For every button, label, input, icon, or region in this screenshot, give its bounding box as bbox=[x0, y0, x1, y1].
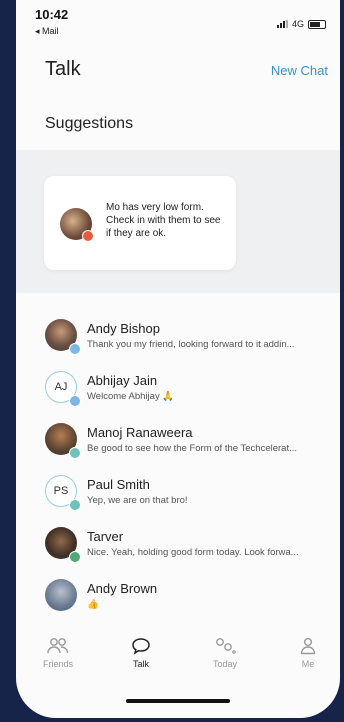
new-chat-button[interactable]: New Chat bbox=[271, 63, 328, 78]
status-time: 10:42 bbox=[35, 7, 69, 22]
contact-name: Tarver bbox=[87, 529, 124, 544]
avatar bbox=[45, 579, 77, 611]
status-bar: 10:42 ◂ Mail 4G bbox=[16, 0, 340, 40]
page-title: Talk bbox=[45, 58, 81, 80]
form-badge bbox=[69, 499, 81, 511]
message-preview: Thank you my friend, looking forward to … bbox=[87, 339, 295, 350]
contact-name: Andy Brown bbox=[87, 581, 158, 596]
suggestion-card[interactable]: Mo has very low form. Check in with them… bbox=[44, 176, 236, 270]
message-preview: Be good to see how the Form of the Techc… bbox=[87, 443, 298, 454]
message-preview: Yep, we are on that bro! bbox=[87, 495, 188, 506]
contact-name: Andy Bishop bbox=[87, 321, 160, 336]
chat-bubble-icon bbox=[132, 638, 150, 655]
tab-talk[interactable]: Talk bbox=[111, 637, 171, 669]
signal-icon bbox=[276, 20, 288, 28]
phone-screen: 10:42 ◂ Mail 4G Talk New Chat Suggestion… bbox=[16, 0, 340, 718]
contact-name: Abhijay Jain bbox=[87, 373, 158, 388]
battery-icon bbox=[308, 19, 326, 29]
form-badge bbox=[69, 447, 81, 459]
tab-label: Today bbox=[212, 659, 238, 669]
person-icon bbox=[300, 637, 316, 655]
message-preview: 👍 bbox=[87, 599, 99, 610]
chat-row-andy-brown[interactable]: Andy Brown 👍 bbox=[16, 570, 340, 622]
back-to-mail-link[interactable]: ◂ Mail bbox=[35, 26, 59, 37]
suggestions-carousel[interactable]: Mo has very low form. Check in with them… bbox=[16, 150, 340, 293]
suggestion-text: Mo has very low form. Check in with them… bbox=[106, 202, 221, 239]
tab-today[interactable]: Today bbox=[195, 637, 255, 669]
chat-row-paul-smith[interactable]: PS Paul Smith Yep, we are on that bro! bbox=[16, 466, 340, 518]
chat-row-tarver[interactable]: Tarver Nice. Yeah, holding good form tod… bbox=[16, 518, 340, 570]
chat-row-abhijay-jain[interactable]: AJ Abhijay Jain Welcome Abhijay 🙏 bbox=[16, 362, 340, 414]
contact-name: Manoj Ranaweera bbox=[87, 425, 193, 440]
message-preview: Nice. Yeah, holding good form today. Loo… bbox=[87, 547, 299, 558]
tab-me[interactable]: Me bbox=[278, 637, 338, 669]
message-preview: Welcome Abhijay 🙏 bbox=[87, 391, 175, 402]
tab-bar: Friends Talk Today Me bbox=[16, 637, 340, 687]
form-badge bbox=[69, 551, 81, 563]
chat-row-andy-bishop[interactable]: Andy Bishop Thank you my friend, looking… bbox=[16, 310, 340, 362]
home-indicator[interactable] bbox=[126, 699, 230, 703]
suggestions-heading: Suggestions bbox=[45, 115, 134, 132]
tab-friends[interactable]: Friends bbox=[28, 637, 88, 669]
form-badge bbox=[69, 343, 81, 355]
tab-label: Me bbox=[301, 659, 315, 669]
contact-name: Paul Smith bbox=[87, 477, 150, 492]
friends-icon bbox=[47, 638, 69, 654]
network-label: 4G bbox=[291, 19, 304, 29]
form-badge bbox=[69, 395, 81, 407]
chat-row-manoj-ranaweera[interactable]: Manoj Ranaweera Be good to see how the F… bbox=[16, 414, 340, 466]
tab-label: Friends bbox=[42, 659, 73, 669]
system-icons: 4G bbox=[276, 19, 326, 29]
alert-badge bbox=[82, 230, 94, 242]
today-icon bbox=[216, 638, 236, 654]
tab-label: Talk bbox=[132, 659, 149, 669]
